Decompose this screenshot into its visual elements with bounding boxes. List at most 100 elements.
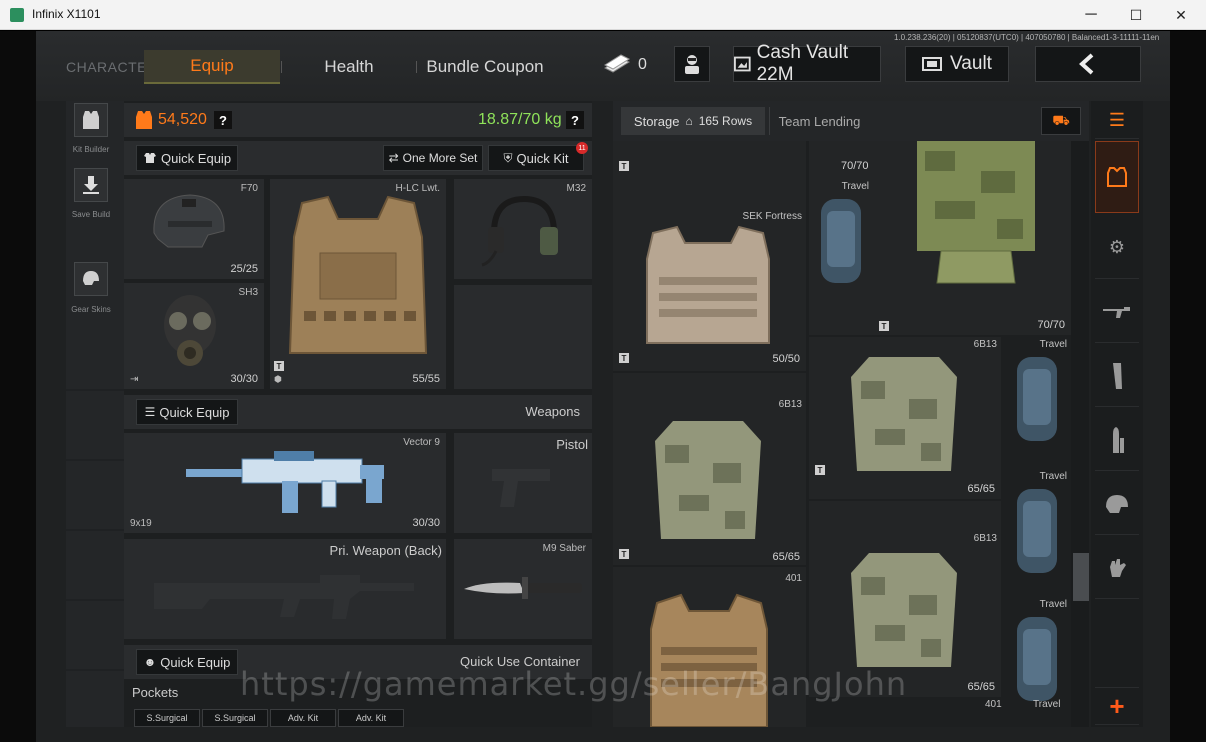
- mask-name: SH3: [238, 287, 258, 298]
- storage-item-6b13[interactable]: 6B13 T 65/65: [809, 337, 1001, 499]
- rifle-silhouette: [154, 575, 414, 619]
- armor-durability: 55/55: [412, 373, 440, 385]
- headset-slot[interactable]: M32: [454, 179, 592, 279]
- tab-health[interactable]: Health: [292, 50, 406, 84]
- gas-mask-image: [164, 295, 216, 366]
- smg-image: [186, 451, 384, 513]
- category-all-icon[interactable]: ☰: [1095, 103, 1139, 139]
- back-button[interactable]: [1035, 46, 1141, 82]
- category-rifle[interactable]: [1095, 281, 1139, 343]
- add-icon[interactable]: +: [1095, 687, 1139, 725]
- category-empty: [1095, 601, 1139, 663]
- container-quick-equip-button[interactable]: ☻ Quick Equip: [136, 649, 238, 675]
- travel-bag-name: Travel: [1039, 599, 1067, 610]
- pistol-silhouette: [492, 469, 550, 507]
- cash-vault-label: Cash Vault 22M: [756, 42, 849, 85]
- pistol-label: Pistol: [556, 437, 588, 452]
- primary-weapon-name: Vector 9: [403, 437, 440, 448]
- profile-button[interactable]: [674, 46, 710, 82]
- cash-icon: [603, 54, 631, 73]
- tab-equip[interactable]: Equip: [144, 50, 280, 84]
- maximize-button[interactable]: ☐: [1113, 0, 1159, 30]
- one-more-set-button[interactable]: ⇄ One More Set: [383, 145, 483, 171]
- helmet-icon: [83, 271, 99, 285]
- tab-bundle-coupon[interactable]: Bundle Coupon: [422, 50, 548, 84]
- item-tag-icon: T: [815, 465, 825, 475]
- pocket-item[interactable]: S.Surgical: [134, 709, 200, 727]
- storage-scrollbar-thumb[interactable]: [1073, 553, 1089, 601]
- vault-image-icon: [734, 56, 751, 72]
- pocket-item[interactable]: S.Surgical: [202, 709, 268, 727]
- empty-gear-slot[interactable]: [454, 285, 592, 389]
- pocket-item[interactable]: Adv. Kit: [270, 709, 336, 727]
- weapons-label: Weapons: [525, 404, 580, 419]
- storage-item-camo-vest[interactable]: 70/70: [877, 141, 1071, 335]
- quick-kit-label: Quick Kit: [516, 150, 569, 166]
- 6b13-name: 6B13: [973, 339, 997, 350]
- weight-help-button[interactable]: ?: [566, 111, 584, 129]
- equip-value: 54,520: [158, 111, 207, 128]
- game-viewport: 1.0.238.236(20) | 05120837(UTC0) | 40705…: [36, 31, 1170, 742]
- back-weapon-slot[interactable]: Pri. Weapon (Back): [124, 539, 446, 639]
- back-weapon-label: Pri. Weapon (Back): [329, 543, 442, 558]
- save-build-button[interactable]: [74, 168, 108, 202]
- tab-storage[interactable]: Storage ⌂ 165 Rows: [621, 107, 765, 135]
- cash-vault-button[interactable]: Cash Vault 22M: [733, 42, 881, 85]
- storage-scroll-track[interactable]: [1071, 141, 1089, 727]
- close-button[interactable]: ✕: [1158, 0, 1204, 30]
- ammo-icon: [1113, 426, 1124, 453]
- value-help-button[interactable]: ?: [214, 111, 232, 129]
- category-ammo[interactable]: [1095, 409, 1139, 471]
- weapons-quick-equip-button[interactable]: ☰ Quick Equip: [136, 399, 238, 425]
- item-tag-icon: T: [619, 161, 629, 171]
- category-glove[interactable]: [1095, 537, 1139, 599]
- travel-bag-image: [1017, 489, 1057, 573]
- gear-quick-equip-button[interactable]: Quick Equip: [136, 145, 238, 171]
- category-helmet[interactable]: [1095, 473, 1139, 535]
- storage-rows: 165 Rows: [698, 114, 753, 128]
- unequip-icon[interactable]: ⇥: [130, 374, 138, 385]
- storage-item-travel-bag[interactable]: Travel: [1005, 337, 1071, 467]
- melee-slot[interactable]: M9 Saber: [454, 539, 592, 639]
- melee-name: M9 Saber: [542, 543, 586, 554]
- primary-weapon-durability: 30/30: [412, 517, 440, 529]
- kit-builder-button[interactable]: [74, 103, 108, 137]
- storage-item-sek-fortress[interactable]: SEK Fortress T 50/50: [613, 209, 806, 369]
- pistol-slot[interactable]: Pistol: [454, 433, 592, 533]
- storage-item-durability: 70/70: [841, 160, 869, 172]
- vault-button[interactable]: Vault: [905, 46, 1009, 82]
- 401-name: 401: [985, 699, 1002, 710]
- travel-bag-name: Travel: [1039, 471, 1067, 482]
- category-magazine[interactable]: [1095, 345, 1139, 407]
- travel-bag-name: Travel: [1039, 339, 1067, 350]
- storage-item-travel-bag[interactable]: Travel: [1005, 467, 1071, 595]
- category-bag[interactable]: ⚙: [1095, 217, 1139, 279]
- cash-count: 0: [638, 56, 647, 73]
- helmet-slot[interactable]: F70 25/25: [124, 179, 264, 279]
- minimize-button[interactable]: ─: [1068, 0, 1114, 30]
- left-border: [0, 31, 36, 742]
- gear-skins-button[interactable]: [74, 262, 108, 296]
- 6b13-vest-image: [851, 357, 957, 471]
- gear-skins-label: Gear Skins: [71, 305, 111, 314]
- storage-item-travel-bag[interactable]: Travel: [809, 179, 873, 309]
- item-tag-icon: T: [619, 353, 629, 363]
- weapons-quick-equip-label: Quick Equip: [159, 404, 230, 420]
- item-tag-icon: T: [274, 361, 284, 371]
- quick-kit-button[interactable]: ⛨ Quick Kit: [488, 145, 584, 171]
- storage-item-401[interactable]: 401: [613, 571, 806, 727]
- storage-item-6b13[interactable]: 6B13 T 65/65: [613, 399, 806, 567]
- sort-button[interactable]: ⛟: [1041, 107, 1081, 135]
- camo-vest-image: [917, 141, 1035, 284]
- category-armor[interactable]: [1095, 141, 1139, 213]
- vest-icon: [83, 111, 99, 129]
- headset-image: [481, 195, 558, 267]
- kit-builder-label: Kit Builder: [72, 145, 110, 154]
- magazine-icon: [1113, 362, 1122, 389]
- tab-team-lending[interactable]: Team Lending: [769, 107, 869, 135]
- pocket-item[interactable]: Adv. Kit: [338, 709, 404, 727]
- skull-icon: ☻: [143, 655, 157, 669]
- mask-slot[interactable]: SH3 ⇥ 30/30: [124, 283, 264, 389]
- armor-slot[interactable]: H-LC Lwt. T ⬢ 55/55: [270, 179, 446, 389]
- primary-weapon-slot[interactable]: Vector 9 9x19 30/30: [124, 433, 446, 533]
